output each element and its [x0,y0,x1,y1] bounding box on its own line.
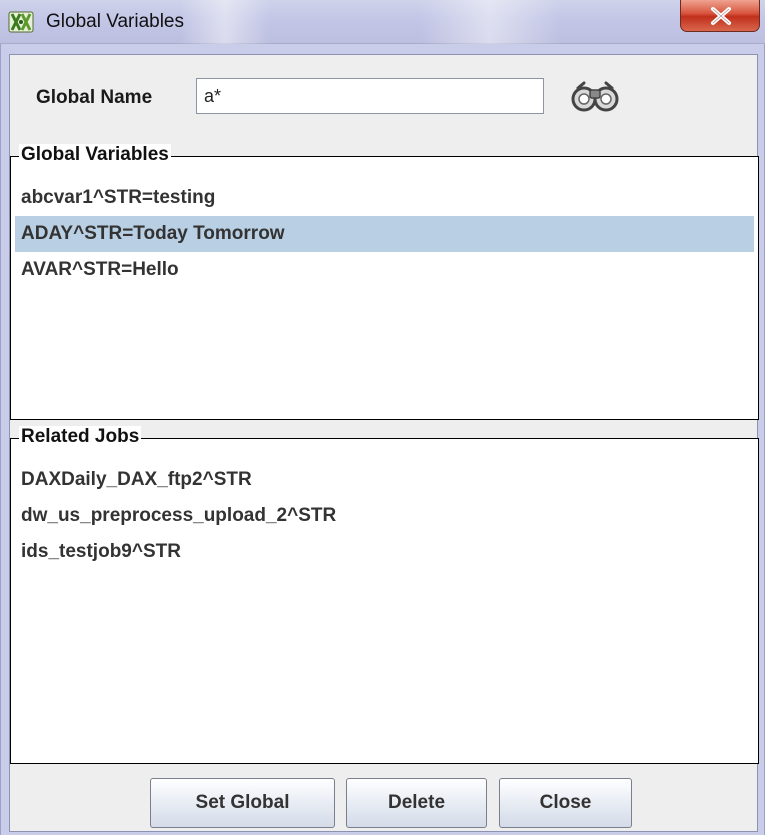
binoculars-icon [571,81,619,112]
dialog-content: Global Name Global Variables ab [9,54,759,832]
list-item[interactable]: ids_testjob9^STR [15,534,754,570]
global-variables-window: Global Variables Global Name a* Global V… [0,0,765,835]
window-close-button[interactable] [680,0,760,32]
list-item[interactable]: DAXDaily_DAX_ftp2^STR [15,462,754,498]
related-jobs-list[interactable]: DAXDaily_DAX_ftp2^STR dw_us_preprocess_u… [15,462,754,570]
related-jobs-group: Related Jobs DAXDaily_DAX_ftp2^STR dw_us… [10,426,759,764]
list-item-selected[interactable]: ADAY^STR=Today Tomorrow [15,216,754,252]
title-bar-highlight [420,0,560,44]
global-variables-legend: Global Variables [19,144,171,166]
list-item[interactable]: dw_us_preprocess_upload_2^STR [15,498,754,534]
related-jobs-legend: Related Jobs [19,426,142,448]
close-button[interactable]: Close [499,778,632,828]
global-variables-list[interactable]: abcvar1^STR=testing ADAY^STR=Today Tomor… [15,180,754,288]
global-name-label: Global Name [36,87,153,108]
close-x-icon [711,7,731,25]
button-row: Set Global Delete Close [10,767,757,831]
search-row: Global Name [10,55,757,137]
title-bar-highlight [180,0,270,44]
list-item[interactable]: abcvar1^STR=testing [15,180,754,216]
global-name-input[interactable] [196,78,544,114]
global-variables-group: Global Variables abcvar1^STR=testing ADA… [10,144,759,420]
set-global-button[interactable]: Set Global [150,778,335,828]
title-bar[interactable]: Global Variables [0,0,765,44]
list-item[interactable]: AVAR^STR=Hello [15,252,754,288]
window-title: Global Variables [46,11,185,32]
app-icon [8,9,34,35]
window-frame: Global Name Global Variables ab [0,44,765,835]
delete-button[interactable]: Delete [346,778,487,828]
search-button[interactable] [570,81,622,113]
